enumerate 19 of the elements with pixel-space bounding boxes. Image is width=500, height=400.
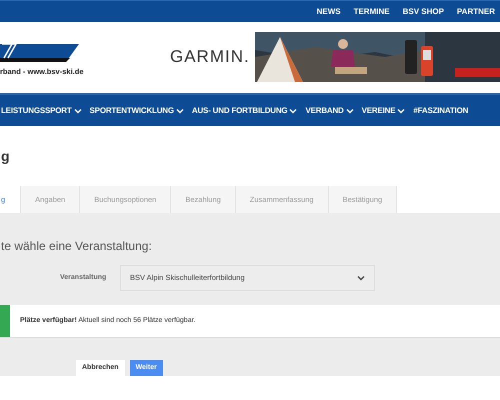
nav-item[interactable]: VEREINE xyxy=(362,104,406,116)
chevron-down-icon xyxy=(74,108,82,114)
top-link[interactable]: BSV SHOP xyxy=(402,6,444,18)
nav-item[interactable]: #FASZINATION xyxy=(413,104,468,116)
nav-item[interactable]: VERBAND xyxy=(305,104,354,116)
top-link[interactable]: PARTNER xyxy=(456,6,495,18)
top-link[interactable]: TERMINE xyxy=(354,6,390,18)
nav-item[interactable]: AUS- UND FORTBILDUNG xyxy=(192,104,298,116)
chevron-down-icon xyxy=(289,108,298,114)
chevron-down-icon xyxy=(397,108,406,114)
chevron-down-icon xyxy=(346,108,354,114)
prompt-heading: te wähle eine Veranstaltung: xyxy=(1,238,153,255)
chevron-down-icon xyxy=(357,275,365,281)
page-title: g xyxy=(1,146,10,166)
nav-item[interactable]: SPORTENTWICKLUNG xyxy=(90,104,184,116)
chevron-down-icon xyxy=(176,108,184,114)
top-link[interactable]: NEWS xyxy=(316,6,341,18)
garmin-logo: GARMIN. xyxy=(170,46,250,68)
nav-item[interactable]: LEISTUNGSSPORT xyxy=(1,104,82,116)
